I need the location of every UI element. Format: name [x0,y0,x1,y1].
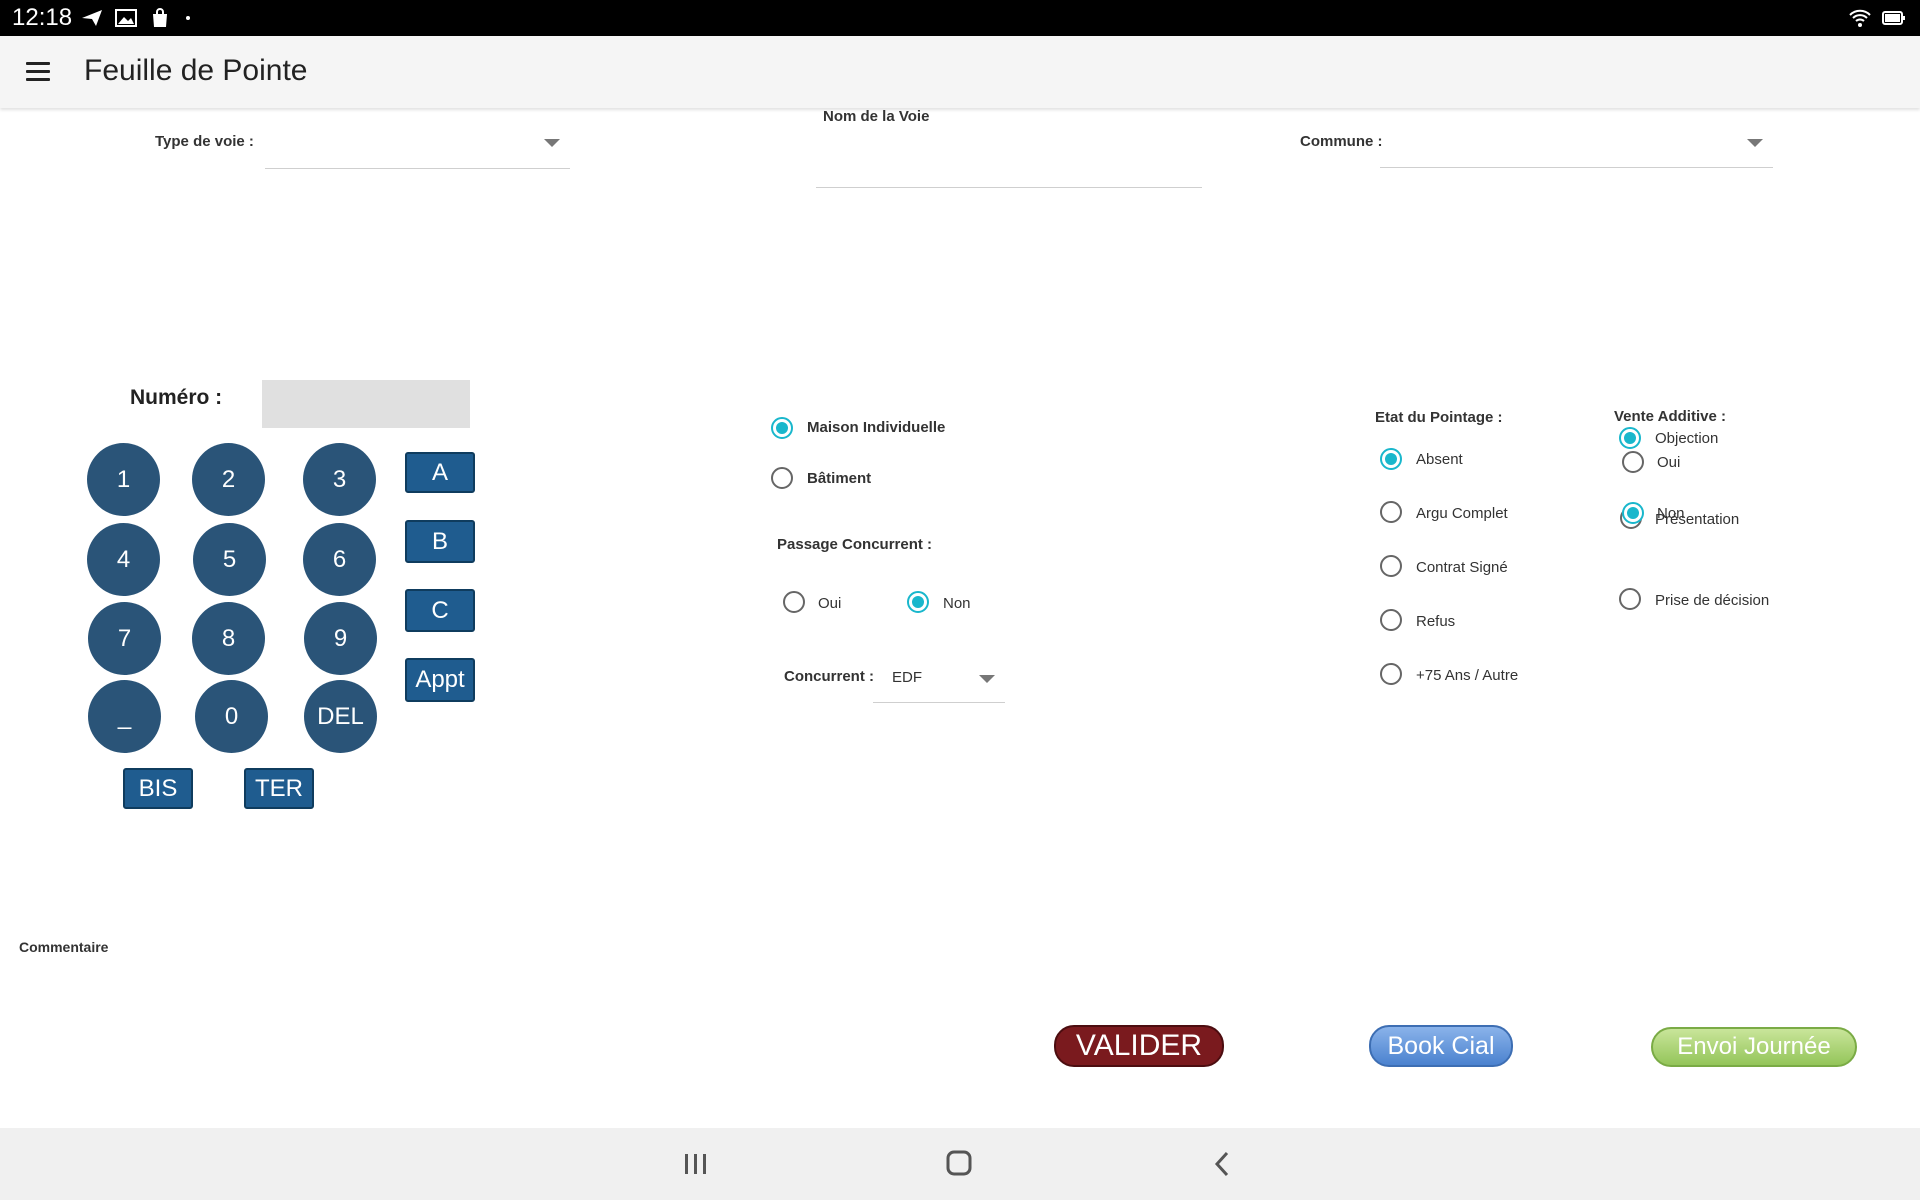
gallery-icon [115,9,137,27]
chevron-down-icon [1747,139,1763,147]
commentaire-label: Commentaire [19,939,109,955]
numero-input[interactable] [262,380,470,428]
vente-non-label: Non [1657,505,1685,522]
recent-apps-icon[interactable] [683,1152,709,1176]
vente-non-radio[interactable] [1622,502,1644,524]
concurrent-dropdown[interactable]: EDF [873,656,1005,703]
etat-pointage-label: Etat du Pointage : [1375,409,1503,426]
objection-radio[interactable] [1619,427,1641,449]
batiment-label: Bâtiment [807,470,872,487]
etat-75ans-label: +75 Ans / Autre [1416,667,1519,684]
key-appt[interactable]: Appt [405,658,475,702]
status-time: 12:18 [12,4,73,31]
etat-argu-complet-label: Argu Complet [1416,505,1508,522]
maison-label: Maison Individuelle [807,419,946,436]
back-icon[interactable] [1212,1150,1232,1178]
key-bis[interactable]: BIS [123,768,193,809]
concurrent-value: EDF [892,669,922,686]
passage-oui-label: Oui [818,595,842,612]
key-8[interactable]: 8 [192,602,265,675]
shopping-bag-icon [153,8,167,27]
key-5[interactable]: 5 [193,523,266,596]
key-9[interactable]: 9 [304,602,377,675]
book-cial-button[interactable]: Book Cial [1369,1025,1513,1067]
page-title: Feuille de Pointe [84,54,308,87]
chevron-down-icon [544,139,560,147]
key-2[interactable]: 2 [192,443,265,516]
type-voie-dropdown[interactable] [265,128,570,169]
commune-label: Commune : [1300,133,1383,150]
commentaire-input[interactable] [19,960,1019,1010]
vente-oui-radio[interactable] [1622,451,1644,473]
prise-decision-label: Prise de décision [1655,592,1770,609]
key-del[interactable]: DEL [304,680,377,753]
commune-dropdown[interactable] [1380,128,1773,168]
chevron-down-icon [979,675,995,683]
etat-refus-radio[interactable] [1380,609,1402,631]
status-bar: 12:18 [0,0,1920,36]
etat-absent-radio[interactable] [1380,448,1402,470]
dot-icon [186,16,190,20]
key-0[interactable]: 0 [195,680,268,753]
batiment-radio[interactable] [771,467,793,489]
battery-icon [1882,11,1905,25]
navigation-bar [0,1128,1920,1200]
concurrent-label: Concurrent : [784,668,874,685]
valider-button[interactable]: VALIDER [1054,1025,1224,1067]
nom-voie-label: Nom de la Voie [823,108,930,125]
envoi-journee-button[interactable]: Envoi Journée [1651,1027,1857,1067]
objection-label: Objection [1655,430,1719,447]
key-b[interactable]: B [405,520,475,563]
etat-argu-complet-radio[interactable] [1380,501,1402,523]
passage-non-label: Non [943,595,971,612]
key-1[interactable]: 1 [87,443,160,516]
passage-non-radio[interactable] [907,591,929,613]
key-6[interactable]: 6 [303,523,376,596]
app-bar: Feuille de Pointe [0,36,1920,108]
send-icon [82,10,102,26]
key-a[interactable]: A [405,452,475,493]
nom-voie-input[interactable] [816,130,1202,188]
wifi-icon [1849,9,1871,27]
type-voie-label: Type de voie : [155,133,254,150]
key-underscore[interactable]: _ [88,680,161,753]
etat-refus-label: Refus [1416,613,1456,630]
prise-decision-radio[interactable] [1619,588,1641,610]
menu-icon[interactable] [26,62,50,84]
key-c[interactable]: C [405,589,475,632]
numero-label: Numéro : [130,386,223,409]
etat-contrat-signe-label: Contrat Signé [1416,559,1508,576]
key-4[interactable]: 4 [87,523,160,596]
etat-75ans-radio[interactable] [1380,663,1402,685]
vente-oui-label: Oui [1657,454,1681,471]
home-icon[interactable] [946,1150,972,1176]
vente-additive-label: Vente Additive : [1614,408,1726,425]
key-7[interactable]: 7 [88,602,161,675]
etat-contrat-signe-radio[interactable] [1380,555,1402,577]
passage-oui-radio[interactable] [783,591,805,613]
key-ter[interactable]: TER [244,768,314,809]
key-3[interactable]: 3 [303,443,376,516]
passage-concurrent-label: Passage Concurrent : [777,536,933,553]
maison-radio[interactable] [771,417,793,439]
etat-absent-label: Absent [1416,451,1463,468]
